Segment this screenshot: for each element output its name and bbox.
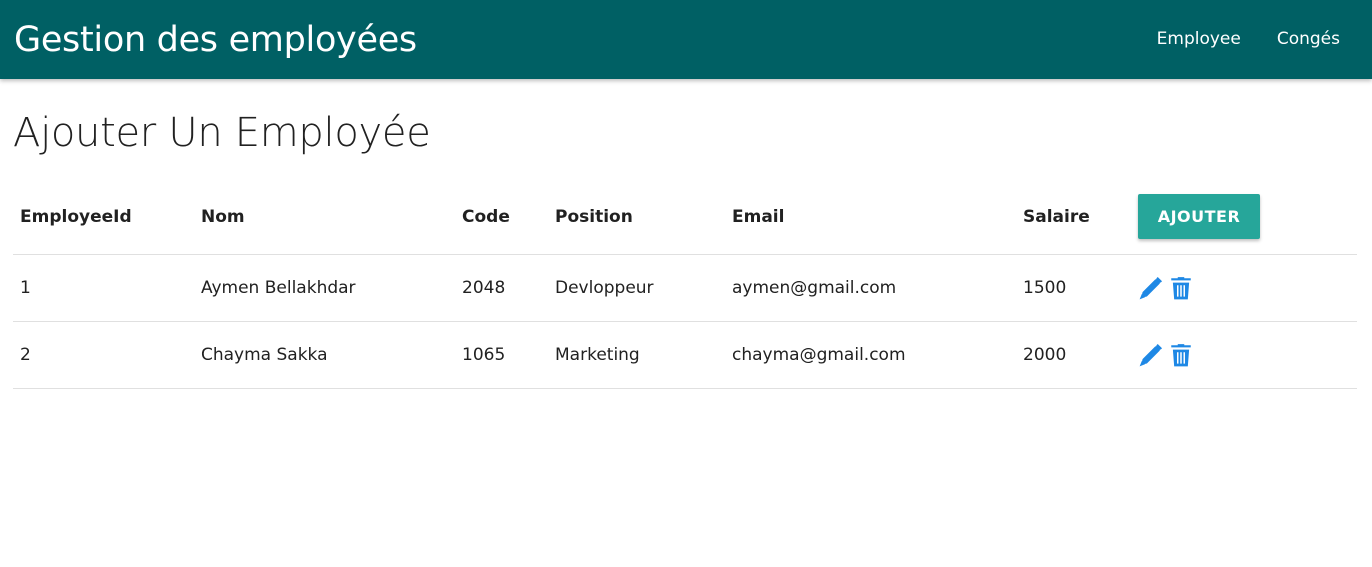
cell-code: 2048 bbox=[462, 254, 555, 322]
cell-email: aymen@gmail.com bbox=[732, 254, 1023, 322]
brand-title[interactable]: Gestion des employées bbox=[14, 20, 417, 60]
delete-icon[interactable] bbox=[1168, 342, 1194, 368]
edit-icon[interactable] bbox=[1138, 275, 1164, 301]
cell-position: Devloppeur bbox=[555, 254, 732, 322]
row-actions bbox=[1138, 275, 1357, 301]
row-actions bbox=[1138, 342, 1357, 368]
column-header-code: Code bbox=[462, 180, 555, 255]
cell-nom: Chayma Sakka bbox=[201, 321, 462, 389]
column-header-email: Email bbox=[732, 180, 1023, 255]
column-header-actions: AJOUTER bbox=[1138, 180, 1357, 255]
table-header-row: EmployeeId Nom Code Position Email Salai… bbox=[13, 180, 1357, 255]
nav-link-employee[interactable]: Employee bbox=[1139, 0, 1259, 79]
cell-nom: Aymen Bellakhdar bbox=[201, 254, 462, 322]
employee-table: EmployeeId Nom Code Position Email Salai… bbox=[13, 180, 1357, 389]
cell-email: chayma@gmail.com bbox=[732, 321, 1023, 389]
add-employee-button[interactable]: AJOUTER bbox=[1138, 194, 1260, 240]
cell-actions bbox=[1138, 321, 1357, 389]
column-header-salaire: Salaire bbox=[1023, 180, 1138, 255]
edit-icon[interactable] bbox=[1138, 342, 1164, 368]
cell-code: 1065 bbox=[462, 321, 555, 389]
page-title: Ajouter Un Employée bbox=[13, 110, 431, 156]
nav-link-conges[interactable]: Congés bbox=[1259, 0, 1358, 79]
cell-salaire: 1500 bbox=[1023, 254, 1138, 322]
column-header-employeeid: EmployeeId bbox=[13, 180, 201, 255]
delete-icon[interactable] bbox=[1168, 275, 1194, 301]
cell-employeeid: 2 bbox=[13, 321, 201, 389]
column-header-nom: Nom bbox=[201, 180, 462, 255]
table-row: 2 Chayma Sakka 1065 Marketing chayma@gma… bbox=[13, 321, 1357, 389]
table-row: 1 Aymen Bellakhdar 2048 Devloppeur aymen… bbox=[13, 254, 1357, 322]
cell-salaire: 2000 bbox=[1023, 321, 1138, 389]
cell-position: Marketing bbox=[555, 321, 732, 389]
column-header-position: Position bbox=[555, 180, 732, 255]
top-nav: Employee Congés bbox=[1139, 0, 1358, 79]
app-bar: Gestion des employées Employee Congés bbox=[0, 0, 1372, 79]
cell-employeeid: 1 bbox=[13, 254, 201, 322]
cell-actions bbox=[1138, 254, 1357, 322]
